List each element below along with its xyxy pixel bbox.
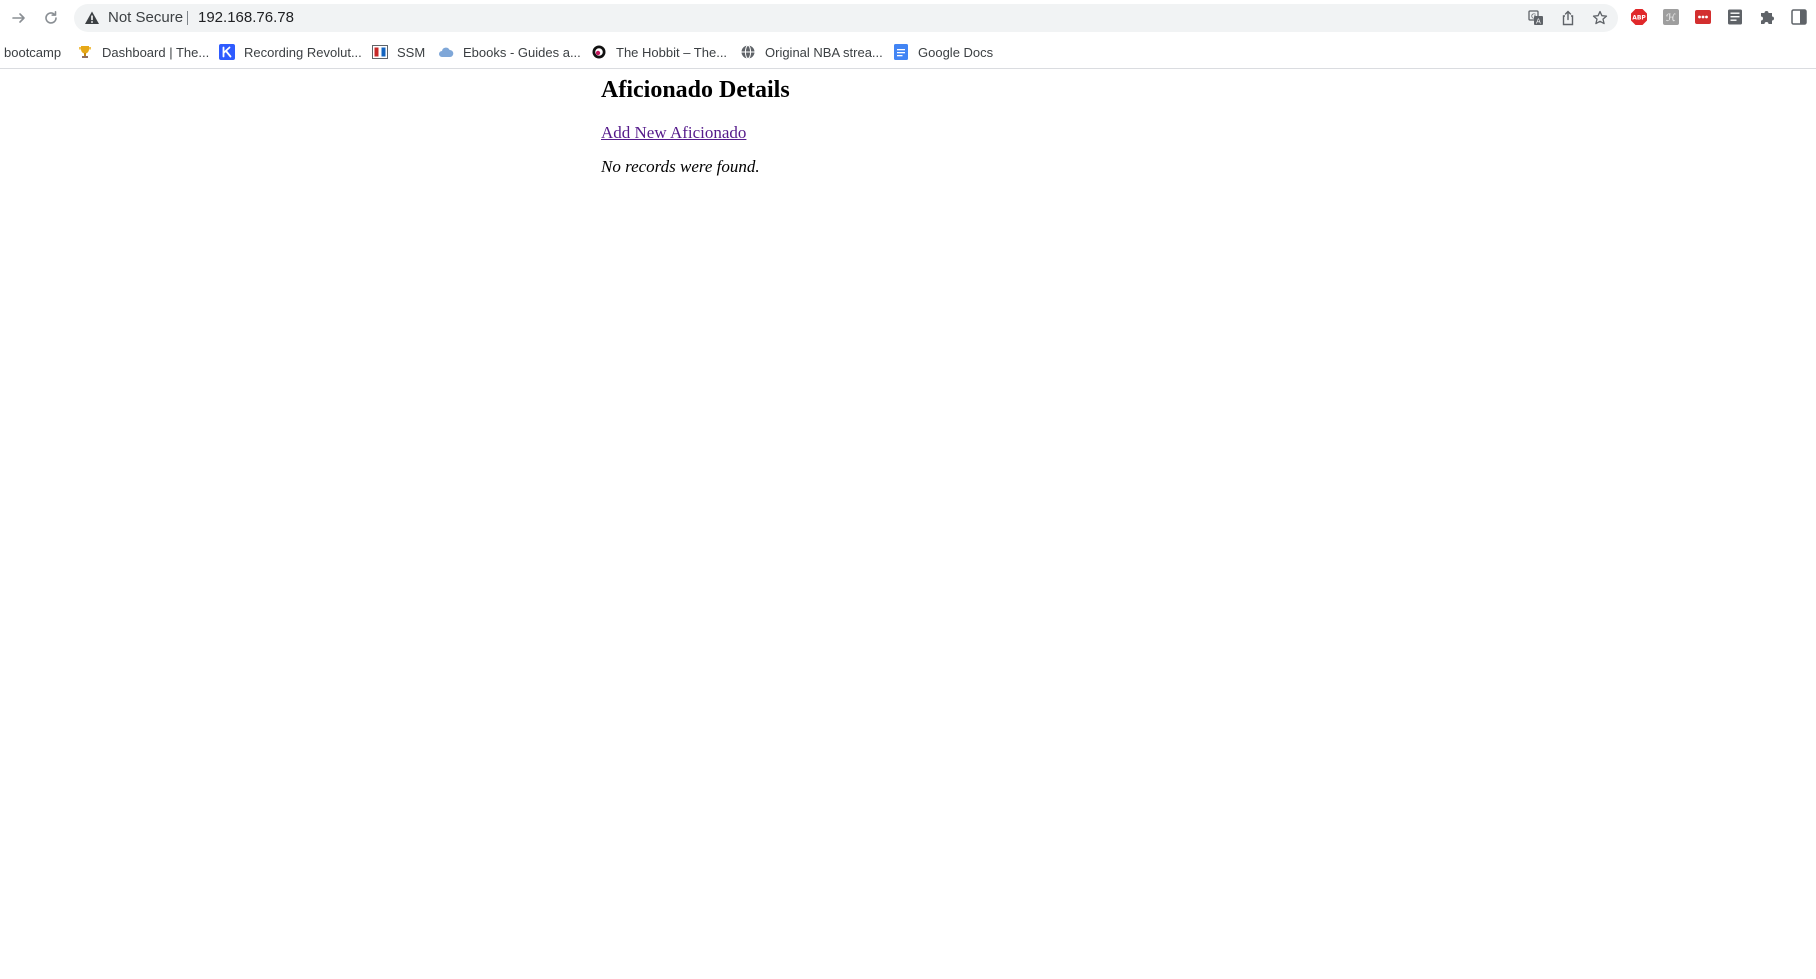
browser-toolbar: Not Secure 192.168.76.78 GA ABP ℋ — [0, 0, 1816, 36]
url-text[interactable]: 192.168.76.78 — [198, 4, 294, 32]
reload-icon[interactable] — [40, 7, 62, 29]
bookmark-label: Original NBA strea... — [765, 44, 883, 60]
grey-extension-icon[interactable]: ℋ — [1662, 8, 1680, 26]
bookmark-label: bootcamp — [4, 44, 62, 60]
bookmark-bootcamp[interactable]: bootcamp — [4, 36, 61, 68]
bookmark-ebooks[interactable]: Ebooks - Guides a... — [438, 36, 581, 68]
kajabi-icon — [219, 44, 235, 60]
bookmark-label: Ebooks - Guides a... — [463, 44, 581, 60]
back-arrow-icon[interactable] — [8, 7, 30, 29]
svg-text:ABP: ABP — [1632, 15, 1646, 22]
adblock-plus-icon[interactable]: ABP — [1630, 8, 1648, 26]
trophy-icon — [77, 44, 93, 60]
reader-icon[interactable] — [1726, 8, 1744, 26]
bookmark-recording-revolution[interactable]: Recording Revolut... — [219, 36, 362, 68]
empty-records-message: No records were found. — [601, 157, 760, 176]
bookmark-label: SSM — [397, 44, 426, 60]
side-panel-icon[interactable] — [1790, 8, 1808, 26]
cloud-icon — [438, 44, 454, 60]
bookmark-label: Recording Revolut... — [244, 44, 362, 60]
warning-triangle-icon[interactable] — [84, 10, 100, 26]
bookmark-label: Dashboard | The... — [102, 44, 210, 60]
bookmark-dashboard[interactable]: Dashboard | The... — [77, 36, 209, 68]
security-label[interactable]: Not Secure — [108, 4, 183, 32]
red-extension-icon[interactable] — [1694, 8, 1712, 26]
share-icon[interactable] — [1560, 10, 1576, 26]
svg-text:A: A — [1536, 18, 1541, 26]
bookmark-ssm[interactable]: SSM — [372, 36, 425, 68]
bookmark-label: The Hobbit – The... — [616, 44, 728, 60]
ssm-icon — [372, 44, 388, 60]
translate-icon[interactable]: GA — [1528, 10, 1544, 26]
bookmark-nba-streams[interactable]: Original NBA strea... — [740, 36, 883, 68]
omnibox-separator — [187, 11, 188, 25]
bookmark-google-docs[interactable]: Google Docs — [893, 36, 993, 68]
address-bar[interactable]: Not Secure 192.168.76.78 GA — [74, 4, 1618, 32]
google-docs-icon — [893, 44, 909, 60]
bookmarks-bar: bootcamp Dashboard | The... Recording Re… — [0, 36, 1816, 69]
circle-logo-icon — [591, 44, 607, 60]
add-new-aficionado-link[interactable]: Add New Aficionado — [601, 123, 746, 143]
svg-text:ℋ: ℋ — [1666, 13, 1676, 24]
puzzle-icon[interactable] — [1758, 8, 1776, 26]
bookmark-label: Google Docs — [918, 44, 994, 60]
globe-icon — [740, 44, 756, 60]
bookmark-the-hobbit[interactable]: The Hobbit – The... — [591, 36, 727, 68]
star-icon[interactable] — [1592, 10, 1608, 26]
page-title: Aficionado Details — [601, 77, 790, 103]
